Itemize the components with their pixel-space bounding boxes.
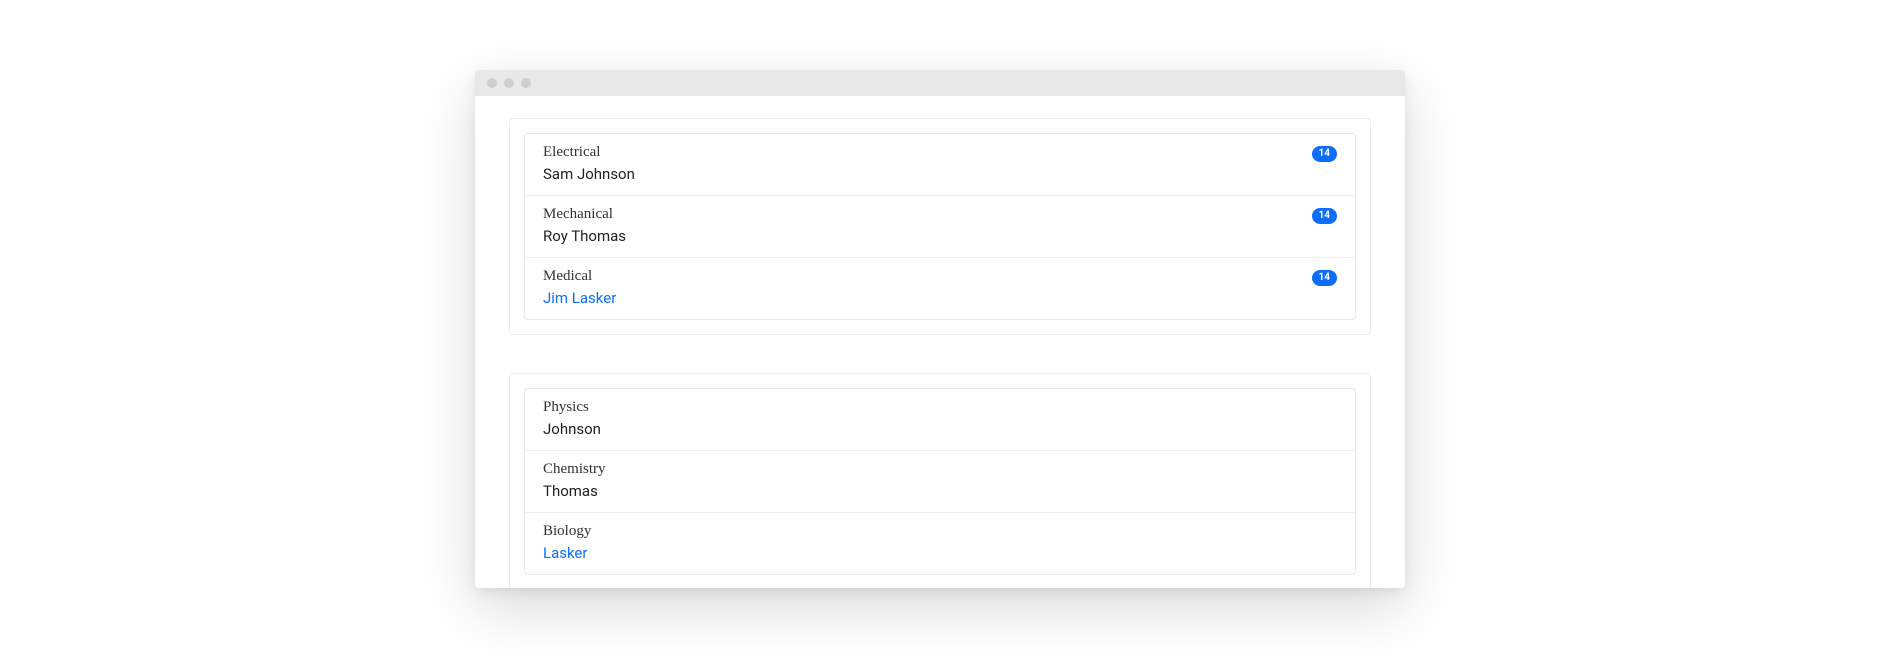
list-item[interactable]: Biology Lasker [525,513,1355,574]
item-title: Mechanical [543,206,626,223]
count-badge: 14 [1312,146,1337,162]
item-subtitle: Thomas [543,482,606,500]
count-badge: 14 [1312,270,1337,286]
item-title: Biology [543,523,591,540]
content-scroll-area[interactable]: Electrical Sam Johnson 14 Mechanical Roy… [475,96,1405,588]
list-item[interactable]: Physics Johnson [525,389,1355,451]
list-group: Electrical Sam Johnson 14 Mechanical Roy… [524,133,1356,320]
list-group: Physics Johnson Chemistry Thomas Biology [524,388,1356,575]
item-title: Medical [543,268,616,285]
list-card: Physics Johnson Chemistry Thomas Biology [509,373,1371,588]
list-item-text: Medical Jim Lasker [543,268,616,307]
item-subtitle: Lasker [543,544,591,562]
list-item[interactable]: Electrical Sam Johnson 14 [525,134,1355,196]
count-badge: 14 [1312,208,1337,224]
item-subtitle: Jim Lasker [543,289,616,307]
browser-body: Electrical Sam Johnson 14 Mechanical Roy… [475,96,1405,588]
browser-titlebar [475,70,1405,96]
list-item-text: Biology Lasker [543,523,591,562]
item-subtitle: Johnson [543,420,601,438]
traffic-light-zoom-icon[interactable] [521,78,531,88]
traffic-light-minimize-icon[interactable] [504,78,514,88]
list-card: Electrical Sam Johnson 14 Mechanical Roy… [509,118,1371,335]
list-item-text: Mechanical Roy Thomas [543,206,626,245]
list-item-text: Chemistry Thomas [543,461,606,500]
item-subtitle: Roy Thomas [543,227,626,245]
item-subtitle: Sam Johnson [543,165,635,183]
list-item[interactable]: Mechanical Roy Thomas 14 [525,196,1355,258]
item-title: Chemistry [543,461,606,478]
item-title: Physics [543,399,601,416]
list-item[interactable]: Chemistry Thomas [525,451,1355,513]
browser-window: Electrical Sam Johnson 14 Mechanical Roy… [475,70,1405,588]
item-title: Electrical [543,144,635,161]
traffic-light-close-icon[interactable] [487,78,497,88]
list-item-text: Physics Johnson [543,399,601,438]
list-item-text: Electrical Sam Johnson [543,144,635,183]
list-item[interactable]: Medical Jim Lasker 14 [525,258,1355,319]
